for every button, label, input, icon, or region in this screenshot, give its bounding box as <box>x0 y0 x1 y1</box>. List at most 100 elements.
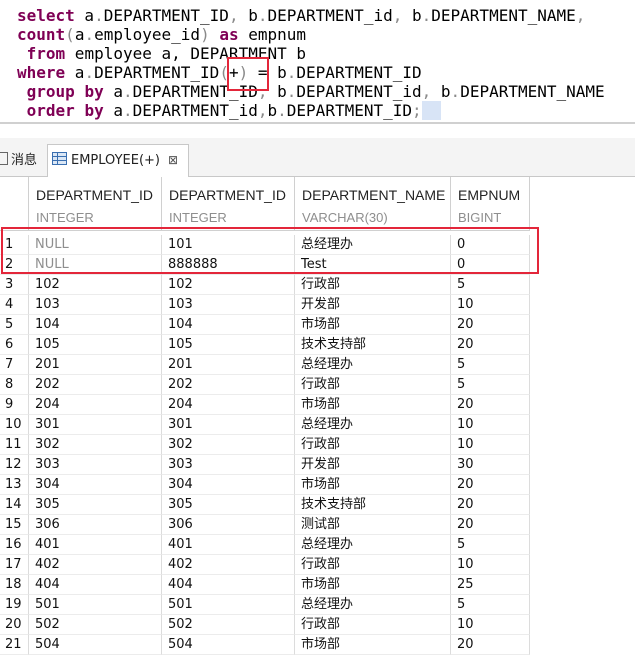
table-row[interactable]: 10 301 301 总经理办 10 <box>0 415 530 435</box>
cell-department-name[interactable]: 市场部 <box>295 635 451 655</box>
cell-empnum[interactable]: 20 <box>451 495 530 515</box>
cell-department-id[interactable]: 504 <box>29 635 162 655</box>
cell-empnum[interactable]: 25 <box>451 575 530 595</box>
cell-department-id[interactable]: NULL <box>29 255 162 275</box>
cell-department-id-b[interactable]: 301 <box>162 415 295 435</box>
sql-editor[interactable]: select a.DEPARTMENT_ID, b.DEPARTMENT_id,… <box>0 0 635 124</box>
cell-department-id[interactable]: 105 <box>29 335 162 355</box>
cell-empnum[interactable]: 20 <box>451 395 530 415</box>
result-grid[interactable]: DEPARTMENT_ID INTEGER DEPARTMENT_ID INTE… <box>0 177 635 655</box>
table-row[interactable]: 12 303 303 开发部 30 <box>0 455 530 475</box>
cell-department-id-b[interactable]: 102 <box>162 275 295 295</box>
table-row[interactable]: 11 302 302 行政部 10 <box>0 435 530 455</box>
table-row[interactable]: 6 105 105 技术支持部 20 <box>0 335 530 355</box>
cell-department-id[interactable]: 502 <box>29 615 162 635</box>
table-row[interactable]: 9 204 204 市场部 20 <box>0 395 530 415</box>
cell-department-id-b[interactable]: 304 <box>162 475 295 495</box>
cell-empnum[interactable]: 10 <box>451 415 530 435</box>
cell-department-name[interactable]: 行政部 <box>295 375 451 395</box>
cell-department-name[interactable]: Test <box>295 255 451 275</box>
cell-department-name[interactable]: 总经理办 <box>295 235 451 255</box>
cell-department-id[interactable]: 304 <box>29 475 162 495</box>
table-row[interactable]: 13 304 304 市场部 20 <box>0 475 530 495</box>
cell-department-id[interactable]: 202 <box>29 375 162 395</box>
cell-department-id-b[interactable]: 201 <box>162 355 295 375</box>
table-row[interactable]: 1 NULL 101 总经理办 0 <box>0 235 530 255</box>
cell-department-name[interactable]: 总经理办 <box>295 535 451 555</box>
cell-department-id-b[interactable]: 502 <box>162 615 295 635</box>
table-row[interactable]: 8 202 202 行政部 5 <box>0 375 530 395</box>
cell-empnum[interactable]: 0 <box>451 255 530 275</box>
cell-department-name[interactable]: 测试部 <box>295 515 451 535</box>
cell-empnum[interactable]: 0 <box>451 235 530 255</box>
cell-department-id-b[interactable]: 402 <box>162 555 295 575</box>
cell-department-name[interactable]: 开发部 <box>295 455 451 475</box>
cell-department-id-b[interactable]: 401 <box>162 535 295 555</box>
cell-empnum[interactable]: 20 <box>451 315 530 335</box>
table-row[interactable]: 4 103 103 开发部 10 <box>0 295 530 315</box>
cell-department-id-b[interactable]: 202 <box>162 375 295 395</box>
cell-department-id[interactable]: 501 <box>29 595 162 615</box>
table-row[interactable]: 17 402 402 行政部 10 <box>0 555 530 575</box>
cell-department-name[interactable]: 总经理办 <box>295 415 451 435</box>
cell-department-name[interactable]: 行政部 <box>295 275 451 295</box>
cell-department-id-b[interactable]: 104 <box>162 315 295 335</box>
cell-department-id-b[interactable]: 303 <box>162 455 295 475</box>
table-row[interactable]: 15 306 306 测试部 20 <box>0 515 530 535</box>
cell-empnum[interactable]: 5 <box>451 595 530 615</box>
table-row[interactable]: 21 504 504 市场部 20 <box>0 635 530 655</box>
cell-department-name[interactable]: 技术支持部 <box>295 335 451 355</box>
cell-department-name[interactable]: 行政部 <box>295 435 451 455</box>
table-row[interactable]: 20 502 502 行政部 10 <box>0 615 530 635</box>
cell-department-id[interactable]: 103 <box>29 295 162 315</box>
cell-department-name[interactable]: 行政部 <box>295 615 451 635</box>
cell-department-id-b[interactable]: 504 <box>162 635 295 655</box>
cell-department-name[interactable]: 总经理办 <box>295 595 451 615</box>
cell-empnum[interactable]: 5 <box>451 375 530 395</box>
cell-department-name[interactable]: 行政部 <box>295 555 451 575</box>
cell-department-id-b[interactable]: 888888 <box>162 255 295 275</box>
cell-empnum[interactable]: 10 <box>451 295 530 315</box>
cell-department-id[interactable]: 401 <box>29 535 162 555</box>
cell-empnum[interactable]: 10 <box>451 555 530 575</box>
cell-department-id-b[interactable]: 302 <box>162 435 295 455</box>
column-header-empnum[interactable]: EMPNUM BIGINT <box>451 177 530 231</box>
cell-department-id[interactable]: 104 <box>29 315 162 335</box>
cell-department-id-b[interactable]: 404 <box>162 575 295 595</box>
cell-department-name[interactable]: 总经理办 <box>295 355 451 375</box>
table-row[interactable]: 14 305 305 技术支持部 20 <box>0 495 530 515</box>
table-row[interactable]: 2 NULL 888888 Test 0 <box>0 255 530 275</box>
cell-empnum[interactable]: 20 <box>451 635 530 655</box>
cell-department-name[interactable]: 技术支持部 <box>295 495 451 515</box>
cell-department-id[interactable]: 306 <box>29 515 162 535</box>
cell-empnum[interactable]: 10 <box>451 615 530 635</box>
cell-department-id[interactable]: 102 <box>29 275 162 295</box>
column-header-department-id-b[interactable]: DEPARTMENT_ID INTEGER <box>162 177 295 231</box>
cell-empnum[interactable]: 30 <box>451 455 530 475</box>
cell-department-name[interactable]: 市场部 <box>295 475 451 495</box>
cell-department-id-b[interactable]: 306 <box>162 515 295 535</box>
column-header-department-id[interactable]: DEPARTMENT_ID INTEGER <box>29 177 162 231</box>
tab-messages[interactable]: 消息 <box>0 147 37 175</box>
cell-department-id-b[interactable]: 305 <box>162 495 295 515</box>
cell-empnum[interactable]: 5 <box>451 535 530 555</box>
table-row[interactable]: 18 404 404 市场部 25 <box>0 575 530 595</box>
cell-department-id-b[interactable]: 105 <box>162 335 295 355</box>
table-row[interactable]: 5 104 104 市场部 20 <box>0 315 530 335</box>
cell-department-id[interactable]: 201 <box>29 355 162 375</box>
cell-department-name[interactable]: 开发部 <box>295 295 451 315</box>
table-row[interactable]: 3 102 102 行政部 5 <box>0 275 530 295</box>
table-row[interactable]: 16 401 401 总经理办 5 <box>0 535 530 555</box>
cell-department-id[interactable]: 404 <box>29 575 162 595</box>
close-tab-icon[interactable]: ⊠ <box>168 153 178 167</box>
cell-empnum[interactable]: 5 <box>451 275 530 295</box>
cell-department-id[interactable]: NULL <box>29 235 162 255</box>
cell-department-id-b[interactable]: 501 <box>162 595 295 615</box>
tab-employee-result[interactable]: EMPLOYEE(+) ⊠ <box>47 144 189 177</box>
cell-department-id[interactable]: 402 <box>29 555 162 575</box>
cell-department-id[interactable]: 204 <box>29 395 162 415</box>
column-header-department-name[interactable]: DEPARTMENT_NAME VARCHAR(30) <box>295 177 451 231</box>
table-row[interactable]: 7 201 201 总经理办 5 <box>0 355 530 375</box>
cell-empnum[interactable]: 5 <box>451 355 530 375</box>
cell-department-name[interactable]: 市场部 <box>295 575 451 595</box>
